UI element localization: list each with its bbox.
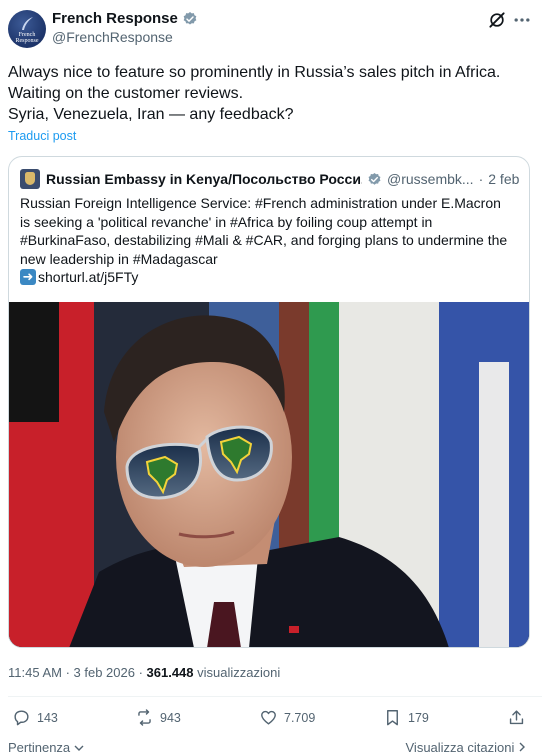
quoted-date[interactable]: 2 feb [488, 171, 519, 187]
quoted-author-handle[interactable]: @russembk... [387, 171, 474, 187]
author-handle[interactable]: @FrenchResponse [52, 29, 173, 45]
view-quotes-label: Visualizza citazioni [405, 740, 515, 755]
share-button[interactable] [507, 708, 526, 727]
views-label: visualizzazioni [193, 665, 281, 680]
replies-sort-bar: Pertinenza Visualizza citazioni [0, 740, 550, 756]
bookmark-icon [387, 710, 398, 726]
like-button[interactable]: 7.709 [259, 708, 315, 727]
share-icon [509, 710, 524, 725]
repost-icon [138, 709, 151, 726]
post-timestamp[interactable]: 11:45 AM · 3 feb 2026 · [8, 665, 147, 680]
bookmark-button[interactable]: 179 [383, 708, 429, 727]
quoted-text-line: is seeking a 'political revanche' in #Af… [20, 213, 433, 230]
post-text-line: Syria, Venezuela, Iran — any feedback? [8, 106, 294, 123]
reply-icon [14, 710, 29, 726]
post-text-line: Waiting on the customer reviews. [8, 85, 244, 102]
more-icon[interactable] [512, 10, 532, 30]
author-display-name[interactable]: French Response [52, 10, 178, 27]
reply-button[interactable]: 143 [12, 708, 58, 727]
bookmark-count: 179 [408, 710, 429, 725]
post-text-line: Always nice to feature so prominently in… [8, 64, 501, 81]
quoted-text-line: #BurkinaFaso, destabilizing #Mali & #CAR… [20, 232, 508, 248]
grok-icon[interactable] [487, 10, 507, 30]
relevance-label: Pertinenza [8, 740, 71, 755]
relevance-sort-button[interactable]: Pertinenza [8, 740, 84, 755]
quoted-post[interactable]: Russian Embassy in Kenya/Посольство Росс… [8, 156, 530, 648]
post-text: Always nice to feature so prominently in… [8, 62, 538, 125]
arrow-right-icon: ➜ [20, 269, 36, 286]
quoted-link-row: ➜ shorturl.at/j5FTy [20, 268, 525, 287]
views-count: 361.448 [146, 665, 194, 680]
photo-illustration [9, 302, 529, 647]
author-avatar[interactable]: French Response [8, 10, 46, 48]
author-name-row: French Response [52, 10, 198, 27]
divider [8, 696, 542, 697]
quoted-author-avatar[interactable] [20, 169, 40, 189]
post-header: French Response French Response @FrenchR… [0, 0, 550, 56]
verified-badge-icon [368, 172, 381, 185]
quoted-text-line: Russian Foreign Intelligence Service: #F… [20, 195, 501, 211]
chevron-right-icon [519, 742, 525, 752]
translate-post-link[interactable]: Traduci post [8, 129, 76, 143]
quoted-post-text: Russian Foreign Intelligence Service: #F… [20, 194, 525, 287]
quoted-separator: · [478, 171, 484, 187]
repost-button[interactable]: 943 [135, 708, 181, 727]
like-count: 7.709 [284, 710, 316, 725]
view-quotes-link[interactable]: Visualizza citazioni [406, 740, 527, 755]
reply-count: 143 [37, 710, 58, 725]
action-bar: 143 943 7.709 179 [0, 708, 550, 736]
chevron-down-icon [74, 745, 84, 751]
quoted-text-line: new leadership in #Madagascar [20, 250, 218, 267]
post-photo[interactable] [9, 302, 529, 647]
quoted-author-name[interactable]: Russian Embassy in Kenya/Посольство Росс… [46, 171, 362, 187]
avatar-text: French Response [15, 32, 39, 44]
quoted-link[interactable]: shorturl.at/j5FTy [38, 268, 138, 287]
like-icon [261, 710, 276, 725]
repost-count: 943 [160, 710, 181, 725]
quoted-post-header: Russian Embassy in Kenya/Посольство Росс… [20, 169, 520, 189]
verified-badge-icon [183, 11, 197, 25]
post-meta: 11:45 AM · 3 feb 2026 · 361.448 visualiz… [8, 665, 280, 680]
